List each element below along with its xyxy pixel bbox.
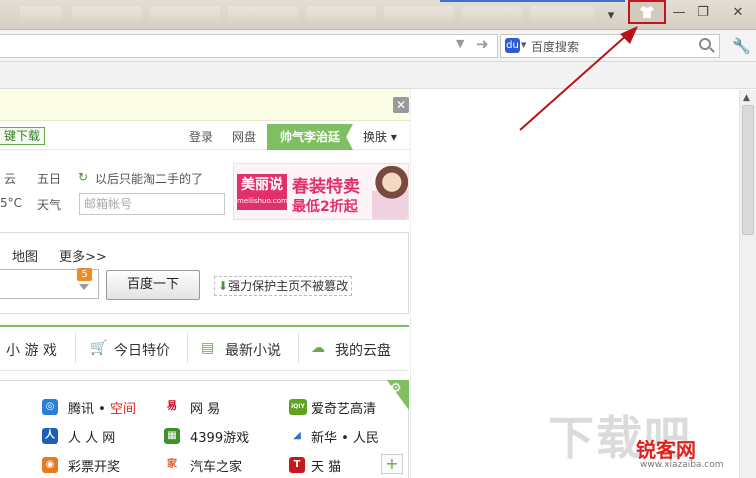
- site-link-qzone[interactable]: 空间: [110, 402, 136, 417]
- maximize-button[interactable]: ❐: [692, 3, 714, 23]
- notice-bar: [0, 89, 410, 121]
- quick-download-button[interactable]: 键下载: [0, 127, 46, 145]
- search-tab-more[interactable]: 更多>>: [59, 246, 107, 265]
- arrow-head: [620, 26, 638, 44]
- site-link-lottery[interactable]: 彩票开奖: [68, 456, 120, 475]
- wrench-settings-icon[interactable]: 🔧: [732, 37, 751, 55]
- five-day-forecast-link[interactable]: 五日: [37, 170, 61, 187]
- watermark-logo: 锐客网: [636, 438, 696, 462]
- game-4399-icon: ▦: [164, 428, 180, 444]
- browser-tab[interactable]: [306, 6, 376, 24]
- site-link-label: 腾讯: [68, 402, 95, 417]
- site-link-renren[interactable]: 人 人 网: [68, 427, 115, 446]
- close-button[interactable]: ✕: [727, 3, 749, 23]
- scroll-up-arrow-icon[interactable]: ▲: [743, 93, 750, 103]
- search-tab-map[interactable]: 地图: [12, 246, 38, 265]
- download-arrow-icon: ⬇: [218, 279, 229, 293]
- weather-city[interactable]: 云: [4, 170, 16, 187]
- netease-icon: 易: [164, 399, 180, 415]
- scrollbar-thumb[interactable]: [742, 105, 754, 235]
- tencent-icon: ◎: [42, 399, 58, 415]
- notice-close-button[interactable]: ✕: [393, 97, 409, 113]
- content-divider: [410, 89, 411, 478]
- mailbox-account-input[interactable]: 邮箱帐号: [79, 193, 225, 215]
- weather-tip[interactable]: 以后只能淘二手的了: [95, 170, 203, 187]
- divider: [75, 333, 76, 363]
- browser-tab[interactable]: [228, 6, 298, 24]
- site-link-xinhua[interactable]: 新华 • 人民: [311, 427, 379, 446]
- book-icon[interactable]: ▤: [201, 340, 214, 356]
- feature-latest-novels[interactable]: 最新小说: [225, 340, 281, 360]
- feature-daily-deals[interactable]: 今日特价: [114, 340, 170, 360]
- netdisk-link[interactable]: 网盘: [232, 128, 256, 145]
- login-link[interactable]: 登录: [189, 128, 213, 145]
- change-skin-menu[interactable]: 换肤 ▾: [363, 128, 397, 145]
- minimize-button[interactable]: —: [668, 3, 690, 23]
- tmall-icon: T: [289, 457, 305, 473]
- annotation-arrow: [519, 26, 638, 131]
- ad-headline: 春装特卖: [292, 177, 360, 197]
- site-link-tmall[interactable]: 天 猫: [311, 456, 341, 475]
- autohome-icon: 家: [164, 457, 180, 473]
- protect-text: 强力保护主页不被篡改: [228, 279, 349, 293]
- watermark-url: www.xiazaiba.com: [640, 460, 724, 470]
- feature-mini-games[interactable]: 小 游 戏: [6, 340, 57, 360]
- suggestion-count-badge: 5: [77, 268, 92, 281]
- ad-model-image: [372, 166, 408, 219]
- iqiyi-icon: iQIY: [289, 399, 307, 415]
- active-tab-indicator: [440, 0, 625, 2]
- site-link-4399[interactable]: 4399游戏: [190, 427, 249, 446]
- homepage-protect-link[interactable]: ⬇强力保护主页不被篡改: [214, 276, 353, 296]
- site-link-netease[interactable]: 网 易: [190, 398, 220, 417]
- go-arrow-icon[interactable]: ➜: [476, 35, 489, 53]
- feature-my-cloud[interactable]: 我的云盘: [335, 340, 391, 360]
- browser-tab[interactable]: [20, 6, 62, 24]
- skin-theme-badge[interactable]: 帅气李治廷: [267, 124, 353, 150]
- ad-banner[interactable]: 美丽说 meilishuo.com 春装特卖 最低2折起: [233, 163, 409, 220]
- address-history-dropdown-icon[interactable]: ▼: [456, 37, 464, 50]
- baidu-search-button[interactable]: 百度一下: [106, 270, 200, 300]
- gear-icon[interactable]: ⚙: [390, 381, 402, 396]
- renren-icon: 人: [42, 428, 58, 444]
- address-bar[interactable]: [0, 34, 498, 58]
- divider: [187, 333, 188, 363]
- ad-logo-url: meilishuo.com: [237, 197, 288, 205]
- cloud-icon[interactable]: ☁: [311, 340, 325, 356]
- site-link-tencent[interactable]: 腾讯 • 空间: [68, 398, 136, 417]
- lottery-icon: ◉: [42, 457, 58, 473]
- browser-tab[interactable]: [72, 6, 142, 24]
- weather-label: 天气: [37, 198, 62, 212]
- browser-tab[interactable]: [384, 6, 454, 24]
- ad-logo-text: 美丽说: [241, 177, 283, 193]
- search-history-dropdown-icon[interactable]: [79, 284, 89, 290]
- ad-subline: 最低2折起: [292, 199, 358, 215]
- temperature: 5°C: [0, 196, 23, 210]
- xinhua-icon: ◢: [289, 428, 305, 444]
- arrow-shaft: [519, 33, 629, 131]
- ad-logo: 美丽说 meilishuo.com: [237, 174, 288, 210]
- browser-tab[interactable]: [150, 6, 220, 24]
- shopping-cart-icon[interactable]: 🛒: [90, 340, 107, 356]
- site-link-iqiyi[interactable]: 爱奇艺高清: [311, 398, 376, 417]
- refresh-icon[interactable]: ↻: [78, 170, 88, 184]
- tshirt-icon: [640, 6, 654, 18]
- add-site-button[interactable]: +: [381, 454, 403, 474]
- search-icon[interactable]: [699, 38, 711, 50]
- site-link-autohome[interactable]: 汽车之家: [190, 456, 242, 475]
- divider: [298, 333, 299, 363]
